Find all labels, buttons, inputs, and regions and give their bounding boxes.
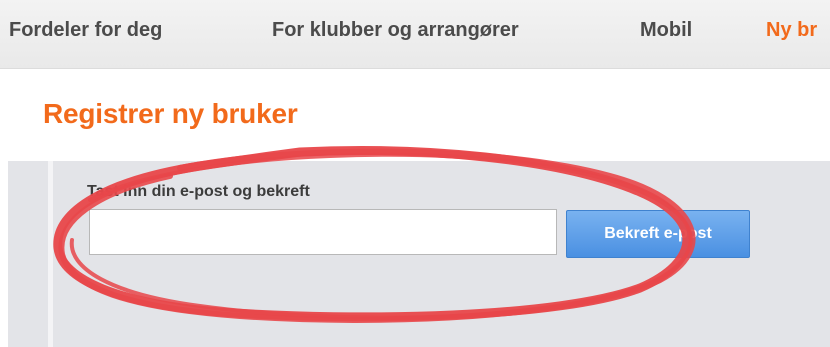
nav-item-klubber-og-arrangorer[interactable]: For klubber og arrangører bbox=[272, 0, 519, 60]
registration-form-panel: Tast inn din e-post og bekreft Bekreft e… bbox=[8, 161, 830, 347]
page: Fordeler for deg For klubber og arrangør… bbox=[0, 0, 830, 347]
confirm-email-button[interactable]: Bekreft e-post bbox=[566, 210, 750, 258]
email-field-label: Tast inn din e-post og bekreft bbox=[87, 183, 310, 200]
page-title: Registrer ny bruker bbox=[43, 98, 298, 129]
top-navigation-bar: Fordeler for deg For klubber og arrangør… bbox=[0, 0, 830, 69]
nav-item-fordeler-for-deg[interactable]: Fordeler for deg bbox=[9, 0, 162, 60]
nav-item-ny-bruker[interactable]: Ny br bbox=[766, 0, 817, 60]
email-input[interactable] bbox=[89, 209, 557, 255]
nav-item-mobil[interactable]: Mobil bbox=[640, 0, 692, 60]
panel-divider bbox=[48, 161, 53, 347]
